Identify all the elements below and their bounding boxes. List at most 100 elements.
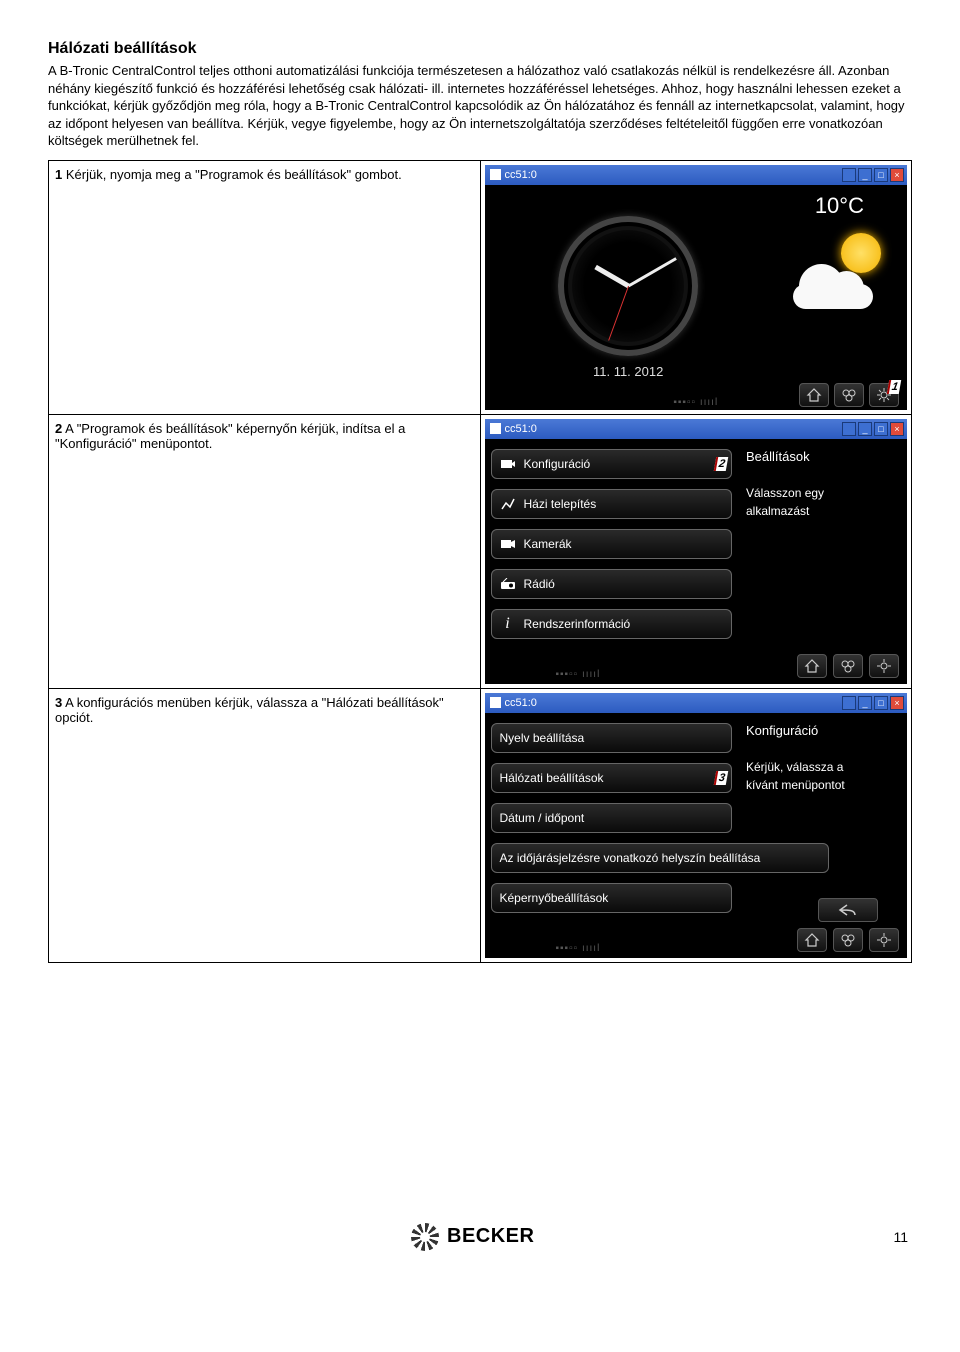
step3-text-cell: 3 A konfigurációs menüben kérjük, válass… [49,688,481,962]
temperature-label: 10°C [815,193,864,219]
menu-item-config[interactable]: Konfiguráció 2 [491,449,733,479]
app-icon [490,169,501,180]
step3-text: A konfigurációs menüben kérjük, válassza… [55,695,444,725]
app-icon [490,697,501,708]
menu-item-datetime[interactable]: Dátum / időpont [491,803,733,833]
menu-label: Hálózati beállítások [500,771,604,785]
maximize-button[interactable]: □ [874,696,888,710]
callout-marker-2: 2 [714,457,728,471]
steps-table: 1 Kérjük, nyomja meg a "Programok és beá… [48,160,912,963]
menu-item-radio[interactable]: Rádió [491,569,733,599]
menu-item-language[interactable]: Nyelv beállítása [491,723,733,753]
menu-label: Képernyőbeállítások [500,891,609,905]
install-icon [500,496,516,512]
home-icon-button[interactable] [797,654,827,678]
page-footer: BECKER 11 [48,1223,912,1251]
close-button[interactable]: × [890,168,904,182]
window-caption: cc51:0 [505,169,537,181]
back-icon-button[interactable] [818,898,878,922]
home-right-panel: 10°C [772,185,907,410]
side-title: Konfiguráció [746,723,899,738]
favorites-icon-button[interactable] [833,928,863,952]
side-text-line2: kívánt menüpontot [746,776,899,794]
menu-label: Kamerák [524,537,572,551]
config-screen: cc51:0 _ □ × Nyelv beállítása [485,693,908,958]
close-button[interactable]: × [890,696,904,710]
step2-text-cell: 2 A "Programok és beállítások" képernyőn… [49,414,481,688]
callout-marker-1: 1 [887,380,901,394]
signal-icon: ▪▪▪▫▫ ııııl [555,669,600,680]
signal-icon: ▪▪▪▫▫ ııııl [673,397,718,408]
becker-logo-text: BECKER [447,1225,534,1248]
menu-label: Rendszerinformáció [524,617,631,631]
weather-icon [789,229,889,309]
home-screen: cc51:0 _ □ × [485,165,908,410]
second-hand [608,286,629,341]
hour-hand [594,265,629,288]
settings-icon-button[interactable] [869,928,899,952]
menu-label: Dátum / időpont [500,811,585,825]
step2-screenshot-cell: cc51:0 _ □ × Ko [480,414,912,688]
step1-screenshot-cell: cc51:0 _ □ × [480,160,912,414]
menu-label: Konfiguráció [524,457,591,471]
side-text-line1: Kérjük, válassza a [746,758,899,776]
window-titlebar: cc51:0 _ □ × [485,693,908,713]
settings-icon-button[interactable] [869,654,899,678]
camera-icon [500,536,516,552]
titlebar-extra-icon[interactable] [842,696,856,710]
becker-logo: BECKER [411,1223,534,1251]
step2-text: A "Programok és beállítások" képernyőn k… [55,421,405,451]
maximize-button[interactable]: □ [874,422,888,436]
radio-icon [500,576,516,592]
home-icon-button[interactable] [799,383,829,407]
titlebar-extra-icon[interactable] [842,168,856,182]
settings-icon-button[interactable]: 1 [869,383,899,407]
menu-item-network[interactable]: Hálózati beállítások 3 [491,763,733,793]
window-caption: cc51:0 [505,697,537,709]
menu-list-panel: Konfiguráció 2 Házi telepítés [485,439,739,684]
side-title: Beállítások [746,449,899,464]
callout-marker-3: 3 [714,771,728,785]
home-icon-button[interactable] [797,928,827,952]
menu-side-panel: Konfiguráció Kérjük, válassza a kívánt m… [738,713,907,958]
page-title: Hálózati beállítások [48,40,912,58]
settings-screen: cc51:0 _ □ × Ko [485,419,908,684]
info-icon: i [500,616,516,632]
app-icon [490,423,501,434]
menu-item-install[interactable]: Házi telepítés [491,489,733,519]
titlebar-extra-icon[interactable] [842,422,856,436]
minute-hand [627,257,676,287]
window-titlebar: cc51:0 _ □ × [485,419,908,439]
side-text-line2: alkalmazást [746,502,899,520]
step3-screenshot-cell: cc51:0 _ □ × Nyelv beállítása [480,688,912,962]
menu-label: Az időjárásjelzésre vonatkozó helyszín b… [500,851,761,865]
signal-icon: ▪▪▪▫▫ ııııl [555,943,600,954]
home-left-panel: 11. 11. 2012 ▪▪▪▫▫ ııııl [485,185,772,410]
menu-item-screen[interactable]: Képernyőbeállítások [491,883,733,913]
config-icon [500,456,516,472]
menu-item-sysinfo[interactable]: i Rendszerinformáció [491,609,733,639]
minimize-button[interactable]: _ [858,168,872,182]
minimize-button[interactable]: _ [858,696,872,710]
becker-logo-icon [411,1223,439,1251]
menu-list-panel: Nyelv beállítása Hálózati beállítások 3 … [485,713,739,958]
step1-text: Kérjük, nyomja meg a "Programok és beáll… [62,167,401,182]
side-text-line1: Válasszon egy [746,484,899,502]
step1-text-cell: 1 Kérjük, nyomja meg a "Programok és beá… [49,160,481,414]
intro-paragraph: A B-Tronic CentralControl teljes otthoni… [48,62,912,150]
favorites-icon-button[interactable] [834,383,864,407]
close-button[interactable]: × [890,422,904,436]
maximize-button[interactable]: □ [874,168,888,182]
page-number: 11 [893,1229,908,1245]
menu-item-cameras[interactable]: Kamerák [491,529,733,559]
favorites-icon-button[interactable] [833,654,863,678]
window-titlebar: cc51:0 _ □ × [485,165,908,185]
menu-label: Házi telepítés [524,497,597,511]
date-label: 11. 11. 2012 [593,364,663,379]
window-caption: cc51:0 [505,423,537,435]
analog-clock [558,216,698,356]
minimize-button[interactable]: _ [858,422,872,436]
menu-label: Rádió [524,577,555,591]
menu-side-panel: Beállítások Válasszon egy alkalmazást [738,439,907,684]
menu-label: Nyelv beállítása [500,731,585,745]
